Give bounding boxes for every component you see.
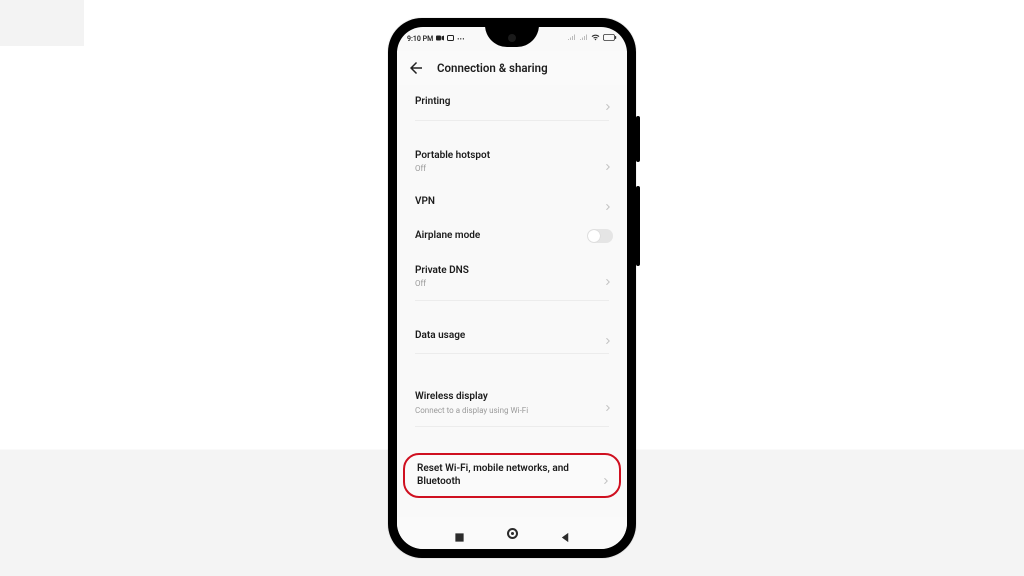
row-label: Printing xyxy=(415,96,609,109)
row-reset-networks[interactable]: Reset Wi-Fi, mobile networks, and Blueto… xyxy=(403,453,621,498)
phone-screen: 9:10 PM ••• xyxy=(397,27,627,549)
row-portable-hotspot[interactable]: Portable hotspot Off xyxy=(397,139,627,185)
nav-recents-button[interactable] xyxy=(454,528,465,539)
chevron-right-icon xyxy=(603,157,613,167)
row-printing[interactable]: Printing xyxy=(397,85,627,120)
row-vpn[interactable]: VPN xyxy=(397,185,627,220)
chevron-right-icon xyxy=(603,97,613,107)
video-icon xyxy=(436,35,444,43)
signal-1-icon xyxy=(567,34,576,43)
airplane-mode-toggle[interactable] xyxy=(587,229,613,243)
row-label: Data usage xyxy=(415,330,609,343)
nav-back-button[interactable] xyxy=(560,528,571,539)
chevron-right-icon xyxy=(603,272,613,282)
status-time: 9:10 PM xyxy=(407,35,433,43)
section-gap xyxy=(397,121,627,139)
page-title: Connection & sharing xyxy=(437,61,617,75)
chevron-right-icon xyxy=(603,197,613,207)
row-label: Private DNS xyxy=(415,265,609,278)
row-subtext: Off xyxy=(415,164,609,174)
section-gap xyxy=(397,427,627,453)
row-subtext: Off xyxy=(415,279,609,289)
row-label: Wireless display xyxy=(415,391,609,404)
phone-side-button-bottom xyxy=(636,186,640,266)
app-header: Connection & sharing xyxy=(397,51,627,85)
more-icon: ••• xyxy=(457,36,465,43)
row-label: Airplane mode xyxy=(415,230,609,243)
chevron-right-icon xyxy=(601,471,611,481)
battery-icon xyxy=(603,34,617,43)
row-subtext: Connect to a display using Wi-Fi xyxy=(415,406,609,416)
row-label: Reset Wi-Fi, mobile networks, and Blueto… xyxy=(417,463,587,488)
navigation-bar xyxy=(397,517,627,549)
row-data-usage[interactable]: Data usage xyxy=(397,319,627,354)
signal-2-icon xyxy=(579,34,588,43)
phone-side-button-top xyxy=(636,116,640,162)
section-gap xyxy=(397,354,627,380)
status-bar-right xyxy=(567,34,617,43)
row-label: VPN xyxy=(415,196,609,209)
back-button[interactable] xyxy=(407,59,425,77)
row-label: Portable hotspot xyxy=(415,150,609,163)
row-airplane-mode[interactable]: Airplane mode xyxy=(397,219,627,254)
phone-frame: 9:10 PM ••• xyxy=(388,18,636,558)
settings-list: Printing Portable hotspot Off VPN Airpla… xyxy=(397,85,627,513)
row-private-dns[interactable]: Private DNS Off xyxy=(397,254,627,300)
nav-home-button[interactable] xyxy=(507,528,518,539)
screenshot-icon xyxy=(447,35,454,43)
chevron-right-icon xyxy=(603,398,613,408)
wifi-icon xyxy=(591,34,600,43)
row-wireless-display[interactable]: Wireless display Connect to a display us… xyxy=(397,380,627,426)
section-gap xyxy=(397,301,627,319)
status-bar-left: 9:10 PM ••• xyxy=(407,35,465,43)
chevron-right-icon xyxy=(603,331,613,341)
decorative-corner xyxy=(0,0,84,46)
